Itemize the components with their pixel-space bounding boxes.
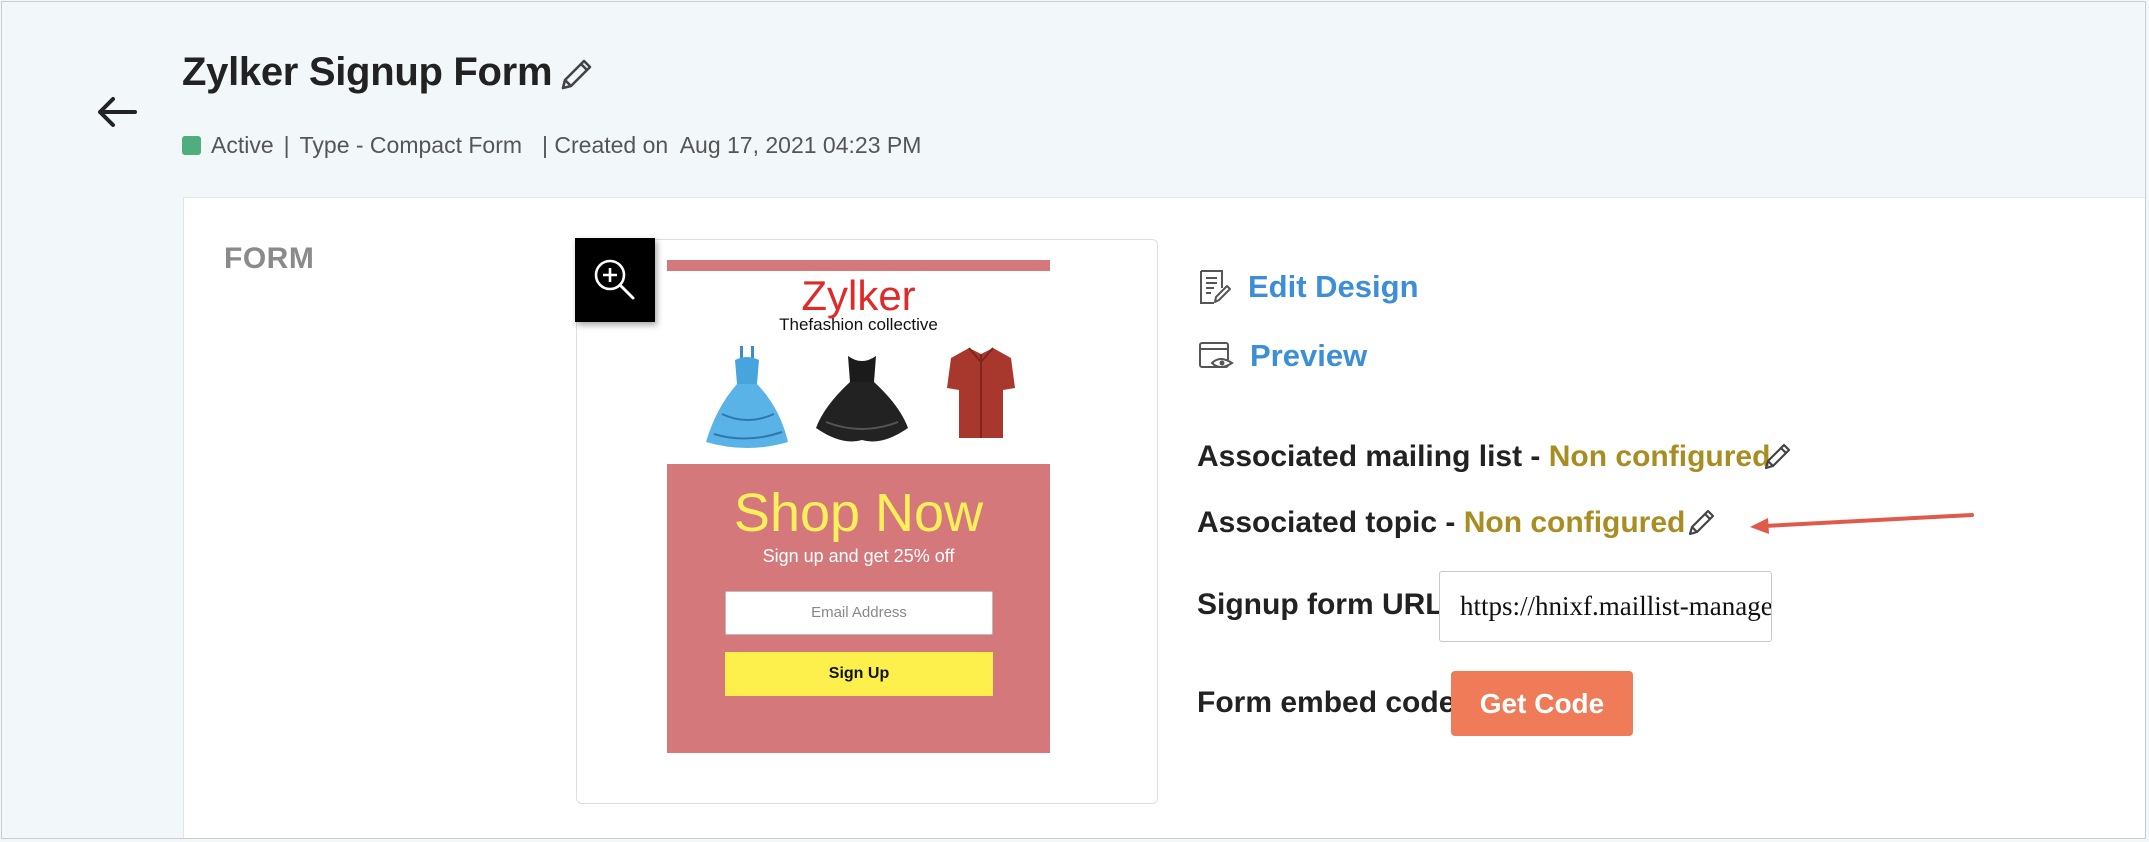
app-frame: Zylker Signup Form Active | Type - Compa… xyxy=(1,1,2146,839)
thumbnail-brand: Zylker xyxy=(801,272,916,319)
thumbnail-signup-button: Sign Up xyxy=(725,652,993,696)
annotation-arrow xyxy=(1750,513,1974,534)
edit-topic-icon[interactable] xyxy=(1685,505,1719,539)
mailing-list-label: Associated mailing list - xyxy=(1197,440,1549,473)
signup-url-label: Signup form URL xyxy=(1197,588,1444,621)
edit-mailing-list-icon[interactable] xyxy=(1761,439,1795,473)
get-code-button[interactable]: Get Code xyxy=(1451,671,1633,736)
thumbnail-headline: Shop Now xyxy=(733,483,984,543)
thumbnail-offer: Sign up and get 25% off xyxy=(762,546,955,566)
zoom-button[interactable] xyxy=(575,238,655,322)
section-label: FORM xyxy=(224,242,315,275)
thumbnail-top-bar xyxy=(667,260,1050,271)
created-date: | Created on Aug 17, 2021 04:23 PM xyxy=(542,131,922,158)
topic-row: Associated topic - Non configured xyxy=(1197,506,1685,540)
pencil-icon[interactable] xyxy=(555,54,597,96)
edit-document-icon xyxy=(1200,270,1231,304)
topic-value: Non configured xyxy=(1463,506,1686,539)
mailing-list-value: Non configured xyxy=(1548,440,1771,473)
black-dress-image xyxy=(816,356,908,442)
preview-label: Preview xyxy=(1250,338,1368,373)
preview-link[interactable]: Preview xyxy=(1198,338,1367,374)
embed-code-label: Form embed code xyxy=(1197,686,1456,719)
thumbnail-signup-panel: Shop Now Sign up and get 25% off Email A… xyxy=(667,464,1050,753)
edit-design-label: Edit Design xyxy=(1248,269,1419,304)
form-meta: Active | Type - Compact Form | Created o… xyxy=(182,130,921,160)
back-arrow-icon[interactable] xyxy=(95,94,139,130)
signup-url-input[interactable] xyxy=(1439,571,1772,642)
thumbnail-email-field: Email Address xyxy=(725,591,993,635)
preview-icon xyxy=(1199,342,1234,368)
form-thumbnail: Zylker Thefashion collective Shop Now Si… xyxy=(667,260,1050,753)
form-type: Type - Compact Form xyxy=(299,131,523,158)
edit-design-link[interactable]: Edit Design xyxy=(1198,268,1419,306)
blue-dress-image xyxy=(706,346,788,448)
status-indicator xyxy=(182,135,201,155)
mailing-list-row: Associated mailing list - Non configured xyxy=(1197,440,1770,474)
red-shirt-image xyxy=(947,347,1015,438)
status-text: Active xyxy=(211,131,274,158)
topic-label: Associated topic - xyxy=(1197,506,1464,539)
page-title: Zylker Signup Form xyxy=(182,50,553,94)
separator: | xyxy=(283,131,290,158)
zoom-in-icon xyxy=(594,259,635,300)
thumbnail-tagline: Thefashion collective xyxy=(779,315,938,334)
